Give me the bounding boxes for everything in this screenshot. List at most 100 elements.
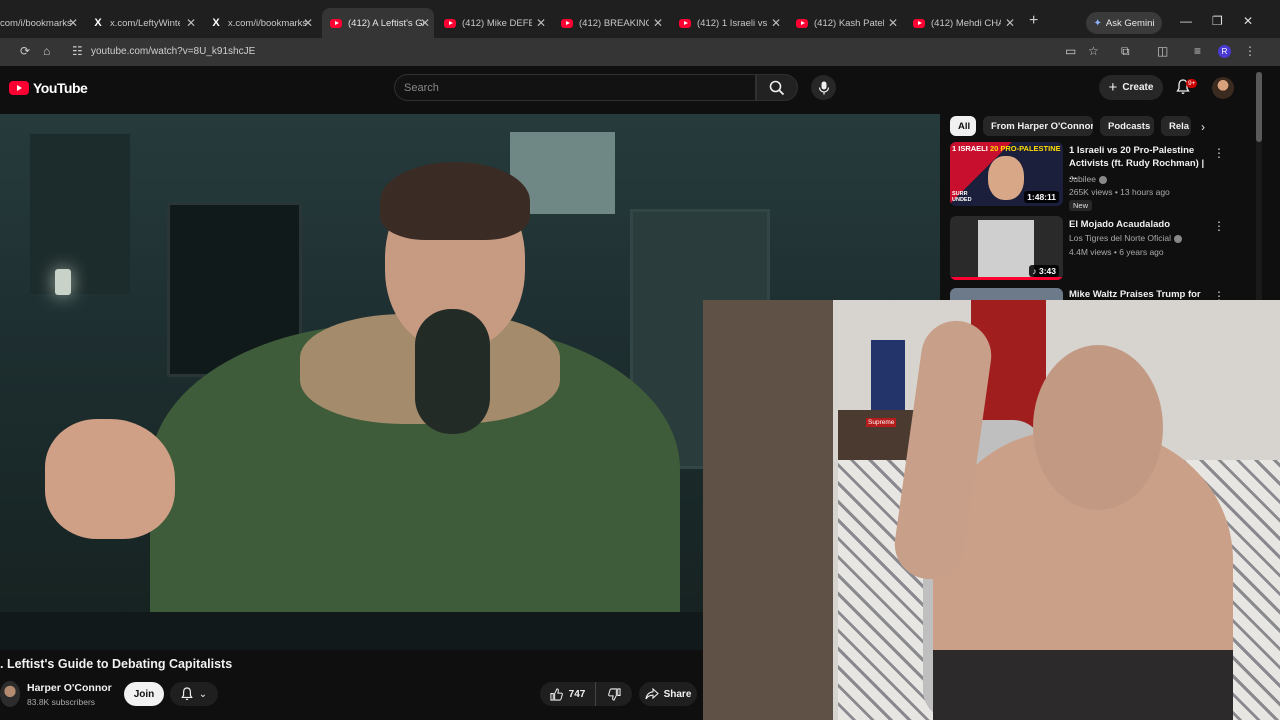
url-field[interactable]: youtube.com/watch?v=8U_k91shcJE xyxy=(91,46,255,57)
tab-1-israeli[interactable]: (412) 1 Israeli vs 20 ✕ xyxy=(679,11,785,35)
plus-icon: + xyxy=(1108,79,1118,96)
new-tab-button[interactable]: + xyxy=(1029,12,1038,30)
share-button[interactable]: Share xyxy=(639,682,697,706)
scrollbar-thumb[interactable] xyxy=(1256,72,1262,142)
tab-label: x.com/LeftyWinter xyxy=(110,17,180,29)
create-button[interactable]: + Create xyxy=(1099,75,1163,100)
like-button[interactable]: 747 xyxy=(540,682,596,706)
rec-channel[interactable]: Los Tigres del Norte Oficial xyxy=(1069,233,1183,243)
close-icon[interactable]: ✕ xyxy=(771,16,781,30)
tab-bookmarks-1[interactable]: com/i/bookmarks ✕ xyxy=(0,11,82,35)
user-avatar[interactable] xyxy=(1212,77,1234,99)
youtube-icon xyxy=(561,18,573,28)
tab-leftists-guide[interactable]: (412) A Leftist's Gu ✕ xyxy=(322,8,434,38)
channel-name[interactable]: Harper O'Connor xyxy=(27,682,112,694)
channel-avatar[interactable] xyxy=(0,681,20,707)
home-icon[interactable]: ⌂ xyxy=(43,44,50,58)
tab-mehdi[interactable]: (412) Mehdi CHALL ✕ xyxy=(913,11,1019,35)
subscription-bell-button[interactable]: ⌄ xyxy=(170,682,218,706)
video-scene-frame xyxy=(30,134,130,294)
watch-progress-bar xyxy=(950,277,1063,280)
reading-list-icon[interactable]: ≡ xyxy=(1194,44,1201,58)
webcam-person-head xyxy=(1033,345,1163,510)
video-person-hair xyxy=(380,162,530,240)
tab-bookmarks-2[interactable]: X x.com/i/bookmarks ✕ xyxy=(210,11,317,35)
extensions-icon[interactable]: ⧉ xyxy=(1121,44,1130,59)
browser-profile-avatar[interactable]: R xyxy=(1218,45,1231,58)
tab-leftywinter[interactable]: X x.com/LeftyWinter ✕ xyxy=(92,11,200,35)
video-scene-lamp xyxy=(55,269,71,295)
filter-chip-from-channel[interactable]: From Harper O'Connor xyxy=(983,116,1093,136)
webcam-overlay: Supreme xyxy=(703,300,1280,720)
close-icon[interactable]: ✕ xyxy=(420,16,430,30)
webcam-scene-wall-left xyxy=(703,300,833,720)
video-title: . Leftist's Guide to Debating Capitalist… xyxy=(0,657,233,671)
rec-meta: 4.4M views • 6 years ago xyxy=(1069,247,1164,257)
sidepanel-icon[interactable]: ◫ xyxy=(1157,44,1168,58)
close-icon[interactable]: ✕ xyxy=(186,16,196,30)
thumb-album-cover xyxy=(978,220,1034,278)
youtube-logo[interactable]: YouTube xyxy=(9,80,88,96)
bell-icon xyxy=(181,687,193,700)
more-options-icon[interactable]: ⋮ xyxy=(1213,219,1225,233)
close-icon[interactable]: ✕ xyxy=(888,16,898,30)
thumbs-up-icon xyxy=(550,687,563,701)
search-input[interactable]: Search xyxy=(394,74,756,101)
ask-gemini-button[interactable]: ✦ Ask Gemini xyxy=(1086,12,1162,34)
rec-channel[interactable]: Jubilee xyxy=(1069,174,1107,184)
thumb-face xyxy=(988,156,1024,200)
youtube-play-icon xyxy=(9,81,29,95)
like-dislike-group: 747 xyxy=(540,682,632,706)
tab-label: (412) 1 Israeli vs 20 xyxy=(697,17,767,29)
video-microphone xyxy=(415,309,490,434)
tab-kash-patel[interactable]: (412) Kash Patel Ca ✕ xyxy=(796,11,902,35)
rec-title[interactable]: El Mojado Acaudalado xyxy=(1069,218,1170,231)
close-icon[interactable]: ✕ xyxy=(536,16,546,30)
filter-chip-related[interactable]: Rela xyxy=(1161,116,1191,136)
restore-button[interactable]: ❐ xyxy=(1212,14,1223,28)
supreme-sticker: Supreme xyxy=(866,418,897,427)
thumb-text: 1 ISRAELI xyxy=(952,144,988,153)
channel-name: Jubilee xyxy=(1069,174,1096,184)
reload-icon[interactable]: ⟳ xyxy=(20,44,30,58)
thumbs-down-icon xyxy=(607,687,621,701)
chevron-right-icon[interactable]: › xyxy=(1201,120,1205,134)
close-icon[interactable]: ✕ xyxy=(68,16,78,30)
rec-thumbnail[interactable]: 1 ISRAELI 20 PRO-PALESTINE SURR UNDED 1:… xyxy=(950,142,1063,206)
page-scrollbar[interactable] xyxy=(1256,72,1262,300)
bookmark-star-icon[interactable]: ☆ xyxy=(1088,44,1099,58)
youtube-logo-text: YouTube xyxy=(33,80,88,96)
close-icon[interactable]: ✕ xyxy=(1005,16,1015,30)
tab-mike-defen[interactable]: (412) Mike DEFEN ✕ xyxy=(444,11,550,35)
site-info-icon[interactable]: ☷ xyxy=(72,44,83,58)
cast-icon[interactable]: ▭ xyxy=(1065,44,1076,58)
dislike-button[interactable] xyxy=(596,682,632,706)
close-icon[interactable]: ✕ xyxy=(303,16,313,30)
tab-label: (412) BREAKING: S xyxy=(579,17,649,29)
browser-menu-icon[interactable]: ⋮ xyxy=(1244,44,1256,58)
tab-breaking[interactable]: (412) BREAKING: S ✕ xyxy=(561,11,667,35)
share-icon xyxy=(645,688,659,700)
video-person-hand xyxy=(45,419,175,539)
filter-chip-podcasts[interactable]: Podcasts xyxy=(1100,116,1154,136)
close-icon[interactable]: ✕ xyxy=(653,16,663,30)
rec-title-line: 1 Israeli vs 20 Pro-Palestine xyxy=(1069,145,1195,156)
tab-label: x.com/i/bookmarks xyxy=(228,17,308,29)
youtube-icon xyxy=(679,18,691,28)
rec-thumbnail[interactable] xyxy=(950,288,1063,300)
verified-icon xyxy=(1174,234,1183,243)
duration-badge: ♪ 3:43 xyxy=(1029,265,1059,277)
voice-search-button[interactable] xyxy=(811,75,836,100)
thumb-text: SURR UNDED xyxy=(952,191,972,203)
minimize-button[interactable]: — xyxy=(1180,14,1192,28)
search-button[interactable] xyxy=(756,74,798,101)
filter-chip-all[interactable]: All xyxy=(950,116,976,136)
verified-icon xyxy=(1098,175,1107,184)
join-button[interactable]: Join xyxy=(124,682,164,706)
rec-thumbnail[interactable]: ♪ 3:43 xyxy=(950,216,1063,280)
music-note-icon: ♪ xyxy=(1032,266,1039,276)
x-icon: X xyxy=(94,17,102,29)
close-window-button[interactable]: ✕ xyxy=(1243,14,1253,28)
tab-label: (412) A Leftist's Gu xyxy=(348,17,424,29)
more-options-icon[interactable]: ⋮ xyxy=(1213,146,1225,160)
